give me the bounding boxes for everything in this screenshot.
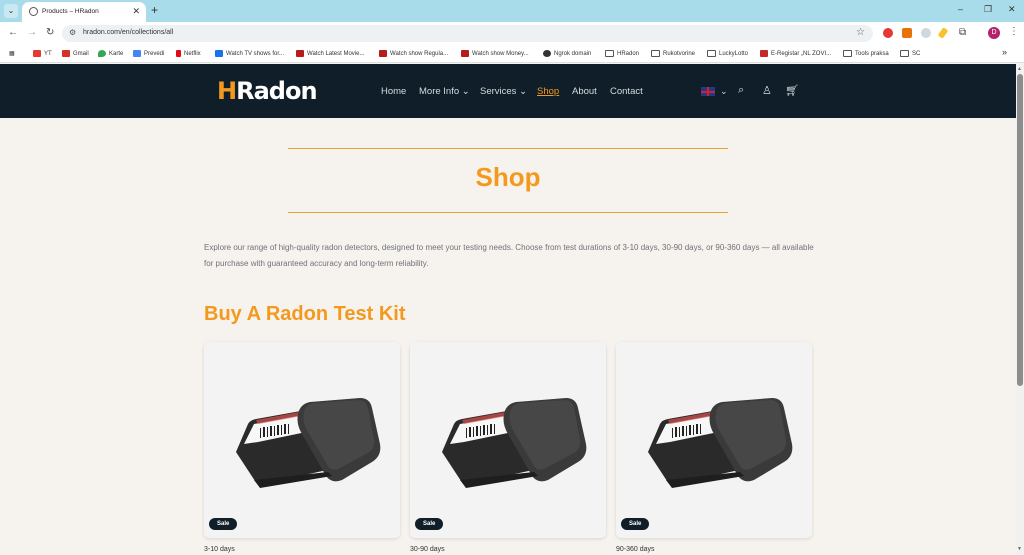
nav-shop[interactable]: Shop (537, 86, 559, 97)
browser-tab[interactable]: Products – HRadon ✕ (22, 2, 146, 22)
restore-icon[interactable]: ❐ (984, 4, 992, 15)
forward-arrow-icon[interactable]: → (27, 27, 37, 38)
product-card[interactable]: Sale (410, 342, 606, 538)
intro-text: Explore our range of high-quality radon … (204, 243, 814, 268)
site-info-icon[interactable]: ⚙ (69, 28, 76, 37)
sale-badge: Sale (621, 518, 650, 530)
bookmark-folder[interactable]: Tools praksa (843, 48, 889, 59)
nav-more-info[interactable]: More Info ⌄ (419, 86, 470, 97)
bookmark-item[interactable]: Gmail (62, 48, 89, 59)
browser-toolbar: ← → ↻ ⚙ hradon.com/en/collections/all ☆ … (0, 22, 1024, 44)
address-bar[interactable]: ⚙ hradon.com/en/collections/all ☆ (62, 25, 873, 42)
more-bookmarks-icon[interactable]: » (1002, 47, 1007, 57)
browser-menu-icon[interactable]: ⋮ (1009, 26, 1019, 37)
netflix-icon (176, 50, 181, 57)
browser-tabstrip: ⌄ Products – HRadon ✕ + – ❐ ✕ (0, 0, 1024, 22)
register-icon (760, 50, 768, 57)
bookmark-item[interactable]: Watch TV shows for... (215, 48, 284, 59)
bookmark-folder[interactable]: SC (900, 48, 920, 59)
nav-contact[interactable]: Contact (610, 86, 643, 97)
bookmark-item[interactable]: YT (33, 48, 52, 59)
site-header: HRadon Home More Info ⌄ Services ⌄ Shop … (0, 64, 1016, 118)
extensions-puzzle-icon[interactable]: ⧉ (959, 27, 966, 38)
bookmark-item[interactable]: Karte (98, 48, 123, 59)
tab-close-icon[interactable]: ✕ (132, 6, 140, 17)
account-icon[interactable]: ♙ (762, 84, 772, 97)
product-caption[interactable]: 90-360 days (616, 546, 655, 553)
movie-icon (379, 50, 387, 57)
tv-icon (215, 50, 223, 57)
product-caption[interactable]: 30-90 days (410, 546, 445, 553)
radon-detector-image (410, 342, 606, 538)
section-title: Buy A Radon Test Kit (204, 303, 406, 325)
scroll-up-icon[interactable]: ▲ (1017, 66, 1022, 72)
bookmark-folder[interactable]: Rukotvorine (651, 48, 695, 59)
apps-grid-icon[interactable]: ▦ (9, 48, 15, 59)
cart-icon[interactable]: 🛒︎ (785, 84, 799, 97)
chevron-down-icon: ⌄ (461, 86, 470, 97)
language-chevron-down-icon[interactable]: ⌄ (720, 86, 728, 97)
bookmark-item[interactable]: Watch show Money... (461, 48, 529, 59)
gmail-icon (62, 50, 70, 57)
chevron-down-icon: ⌄ (519, 86, 528, 97)
bookmark-item[interactable]: Watch Latest Movie... (296, 48, 364, 59)
title-divider-top (288, 148, 728, 149)
profile-avatar[interactable]: D (988, 27, 1000, 39)
folder-icon (651, 50, 660, 57)
bookmark-item[interactable]: Netflix (176, 48, 201, 59)
bookmarks-bar: ▦ YT Gmail Karte Prevedi Netflix Watch T… (0, 44, 1024, 63)
adblock-extension-icon[interactable] (883, 28, 893, 38)
bookmark-item[interactable]: Watch show Regula... (379, 48, 448, 59)
page-title: Shop (475, 162, 541, 192)
radon-detector-image (616, 342, 812, 538)
sale-badge: Sale (415, 518, 444, 530)
movie-icon (296, 50, 304, 57)
uk-flag-icon[interactable] (701, 87, 715, 96)
pen-extension-icon[interactable] (937, 27, 949, 39)
hradon-logo[interactable]: HRadon (217, 77, 318, 105)
search-icon[interactable]: ⌕ (738, 84, 744, 97)
globe-icon (29, 7, 38, 16)
minimize-icon[interactable]: – (958, 4, 963, 14)
bookmark-folder[interactable]: HRadon (605, 48, 639, 59)
address-url[interactable]: hradon.com/en/collections/all (83, 29, 173, 36)
back-arrow-icon[interactable]: ← (8, 27, 18, 38)
gmail-extension-icon[interactable] (902, 28, 912, 38)
bookmark-folder[interactable]: LuckyLotto (707, 48, 748, 59)
scrollbar-thumb[interactable] (1017, 74, 1023, 386)
movie-icon (461, 50, 469, 57)
product-card[interactable]: Sale (616, 342, 812, 538)
folder-icon (707, 50, 716, 57)
radon-detector-image (204, 342, 400, 538)
window-close-icon[interactable]: ✕ (1008, 4, 1016, 15)
product-card[interactable]: Sale (204, 342, 400, 538)
nav-about[interactable]: About (572, 86, 597, 97)
folder-icon (900, 50, 909, 57)
reload-icon[interactable]: ↻ (46, 27, 54, 38)
tab-title: Products – HRadon (42, 8, 99, 15)
product-caption[interactable]: 3-10 days (204, 546, 235, 553)
bookmark-star-icon[interactable]: ☆ (856, 27, 865, 38)
folder-icon (843, 50, 852, 57)
bookmark-item[interactable]: Prevedi (133, 48, 164, 59)
youtube-icon (33, 50, 41, 57)
translate-icon (133, 50, 141, 57)
sale-badge: Sale (209, 518, 238, 530)
extension-icon[interactable] (921, 28, 931, 38)
new-tab-button[interactable]: + (151, 3, 158, 17)
nav-services[interactable]: Services ⌄ (480, 86, 527, 97)
bookmark-item[interactable]: Ngrok domain (543, 48, 591, 59)
maps-pin-icon (98, 50, 106, 57)
scroll-down-icon[interactable]: ▼ (1017, 546, 1022, 552)
folder-icon (605, 50, 614, 57)
bookmark-item[interactable]: E-Registar „NL ZOVI... (760, 48, 831, 59)
title-divider-bottom (288, 212, 728, 213)
page-scrollbar[interactable]: ▲ ▼ (1016, 64, 1024, 555)
nav-home[interactable]: Home (381, 86, 406, 97)
tab-search-icon[interactable]: ⌄ (4, 4, 18, 18)
ngrok-icon (543, 50, 551, 57)
